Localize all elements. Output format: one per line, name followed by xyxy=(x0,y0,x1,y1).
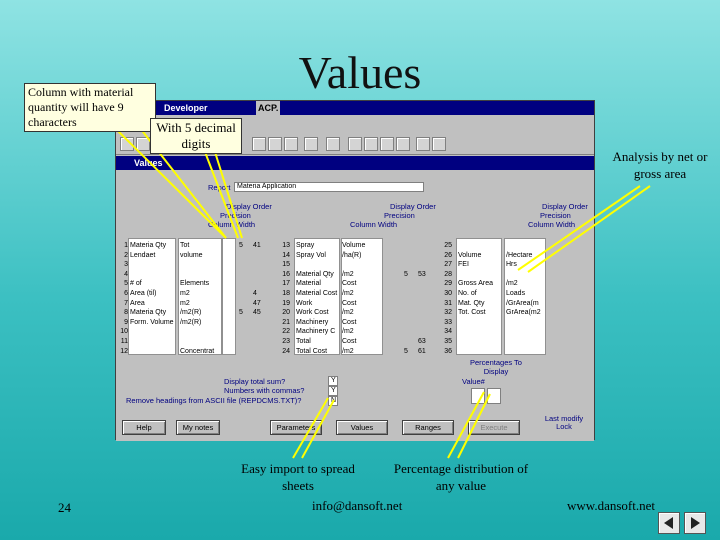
net-gross-arrow-2 xyxy=(527,185,651,273)
email-link[interactable]: info@dansoft.net xyxy=(312,498,402,514)
percentage-arrow-2 xyxy=(457,393,491,459)
decimal-digits-arrow xyxy=(204,151,239,239)
percentage-callout: Percentage distribution of any value xyxy=(393,461,529,493)
net-gross-arrow xyxy=(517,185,641,271)
net-gross-callout: Analysis by net or gross area xyxy=(612,149,708,181)
previous-slide-button[interactable] xyxy=(658,512,680,534)
decimal-digits-arrow-2 xyxy=(214,151,243,239)
easy-import-arrow-2 xyxy=(301,399,335,459)
website-link[interactable]: www.dansoft.net xyxy=(567,498,655,514)
percentage-arrow xyxy=(447,391,485,459)
easy-import-arrow xyxy=(292,397,329,459)
next-slide-button[interactable] xyxy=(684,512,706,534)
easy-import-callout: Easy import to spread sheets xyxy=(241,461,355,493)
material-quantity-callout: Column with material quantity will have … xyxy=(24,83,156,132)
page-number: 24 xyxy=(58,500,71,515)
left-arrow-icon xyxy=(664,517,673,529)
decimal-digits-callout: With 5 decimal digits xyxy=(150,118,242,154)
callout-arrows xyxy=(114,127,651,459)
right-arrow-icon xyxy=(691,517,700,529)
